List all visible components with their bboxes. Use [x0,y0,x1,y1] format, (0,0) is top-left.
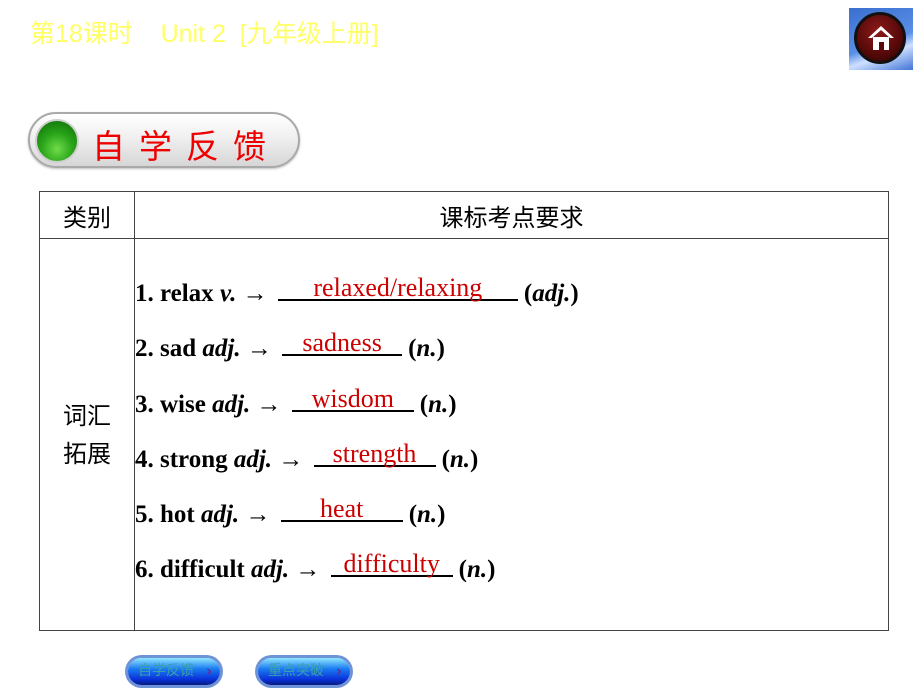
vocab-item: 2. sad adj. → sadness (n.) [135,328,445,363]
item-number: 2. [135,335,154,363]
item-word: wise [160,390,206,418]
item-number: 5. [135,501,154,529]
item-number: 6. [135,556,154,584]
lesson-title: 第18课时 Unit 2 [九年级上册] [30,20,379,48]
item-word: difficult [160,556,245,584]
item-pos: adj. [250,556,290,584]
header-requirements: 课标考点要求 [134,191,889,239]
item-target-pos: n. [417,501,438,529]
vocab-item: 3. wise adj. → wisdom (n.) [135,383,457,418]
answer-text: relaxed/relaxing [313,273,483,302]
section-title: 自学反馈 [92,127,280,166]
item-target-pos: n. [467,556,488,584]
items-cell: 1. relax v. → relaxed/relaxing (adj.) 2. s… [134,238,889,631]
nav-button-label: 重点突破 [268,663,324,679]
chevron-right-icon: › [205,662,212,680]
items-list: 1. relax v. → relaxed/relaxing (adj.) 2. s… [135,239,888,607]
item-pos: adj. [200,501,240,529]
vocab-item: 5. hot adj. → heat (n.) [135,494,446,529]
home-button[interactable] [849,8,913,70]
nav-button-self-study-feedback[interactable]: 自学反馈 › [128,658,220,685]
item-word: sad [160,335,197,363]
answer-text: sadness [302,328,382,358]
vocab-table: 类别 课标考点要求 词汇 拓展 1. relax v. → relaxed/re… [39,191,889,631]
item-word: hot [160,501,195,529]
answer-text: difficulty [343,549,440,579]
category-line: 拓展 [63,439,111,468]
section-header-self-study-feedback: 自学反馈 [28,112,300,168]
item-target-pos: n. [449,445,471,473]
item-target-pos: n. [428,390,449,418]
item-pos: adj. [233,445,273,473]
vocab-item: 4. strong adj. → strength (n.) [135,438,479,473]
item-word: strong [160,445,228,473]
answer-blank[interactable]: relaxed/relaxing [277,273,518,302]
item-pos: adj. [212,390,251,418]
answer-text: strength [332,438,417,468]
arrow-icon: → [295,556,321,584]
answer-text: wisdom [311,383,394,413]
item-pos: adj. [202,335,241,363]
home-icon [868,26,894,50]
answer-blank[interactable]: sadness [282,328,403,358]
nav-button-label: 自学反馈 [138,663,194,679]
item-number: 4. [135,445,154,473]
arrow-icon: → [242,280,268,307]
item-target-pos: n. [416,335,437,363]
home-icon-circle [854,12,906,64]
vocab-item: 1. relax v. → relaxed/relaxing (adj.) [135,273,579,307]
answer-blank[interactable]: strength [313,438,436,468]
arrow-icon: → [256,390,282,418]
arrow-icon: → [278,445,304,473]
vocab-item: 6. difficult adj. → difficulty (n.) [135,549,496,584]
green-dot-icon [35,119,79,163]
arrow-icon: → [245,501,271,529]
header-category: 类别 [39,191,135,239]
nav-button-key-breakthrough[interactable]: 重点突破 › [258,658,350,685]
category-line: 词汇 [63,401,111,430]
item-pos: v. [219,280,237,307]
answer-text: heat [320,494,364,524]
item-word: relax [160,280,214,307]
table-row: 词汇 拓展 1. relax v. → relaxed/relaxing (adj… [39,238,889,631]
item-number: 1. [135,280,154,307]
chevron-right-icon: › [335,662,342,680]
item-number: 3. [135,390,154,418]
category-cell: 词汇 拓展 [39,238,135,631]
answer-blank[interactable]: wisdom [291,383,414,413]
arrow-icon: → [246,335,272,363]
item-target-pos: adj. [532,280,571,307]
answer-blank[interactable]: difficulty [330,549,453,579]
answer-blank[interactable]: heat [280,494,403,524]
table-header-row: 类别 课标考点要求 [39,191,889,239]
